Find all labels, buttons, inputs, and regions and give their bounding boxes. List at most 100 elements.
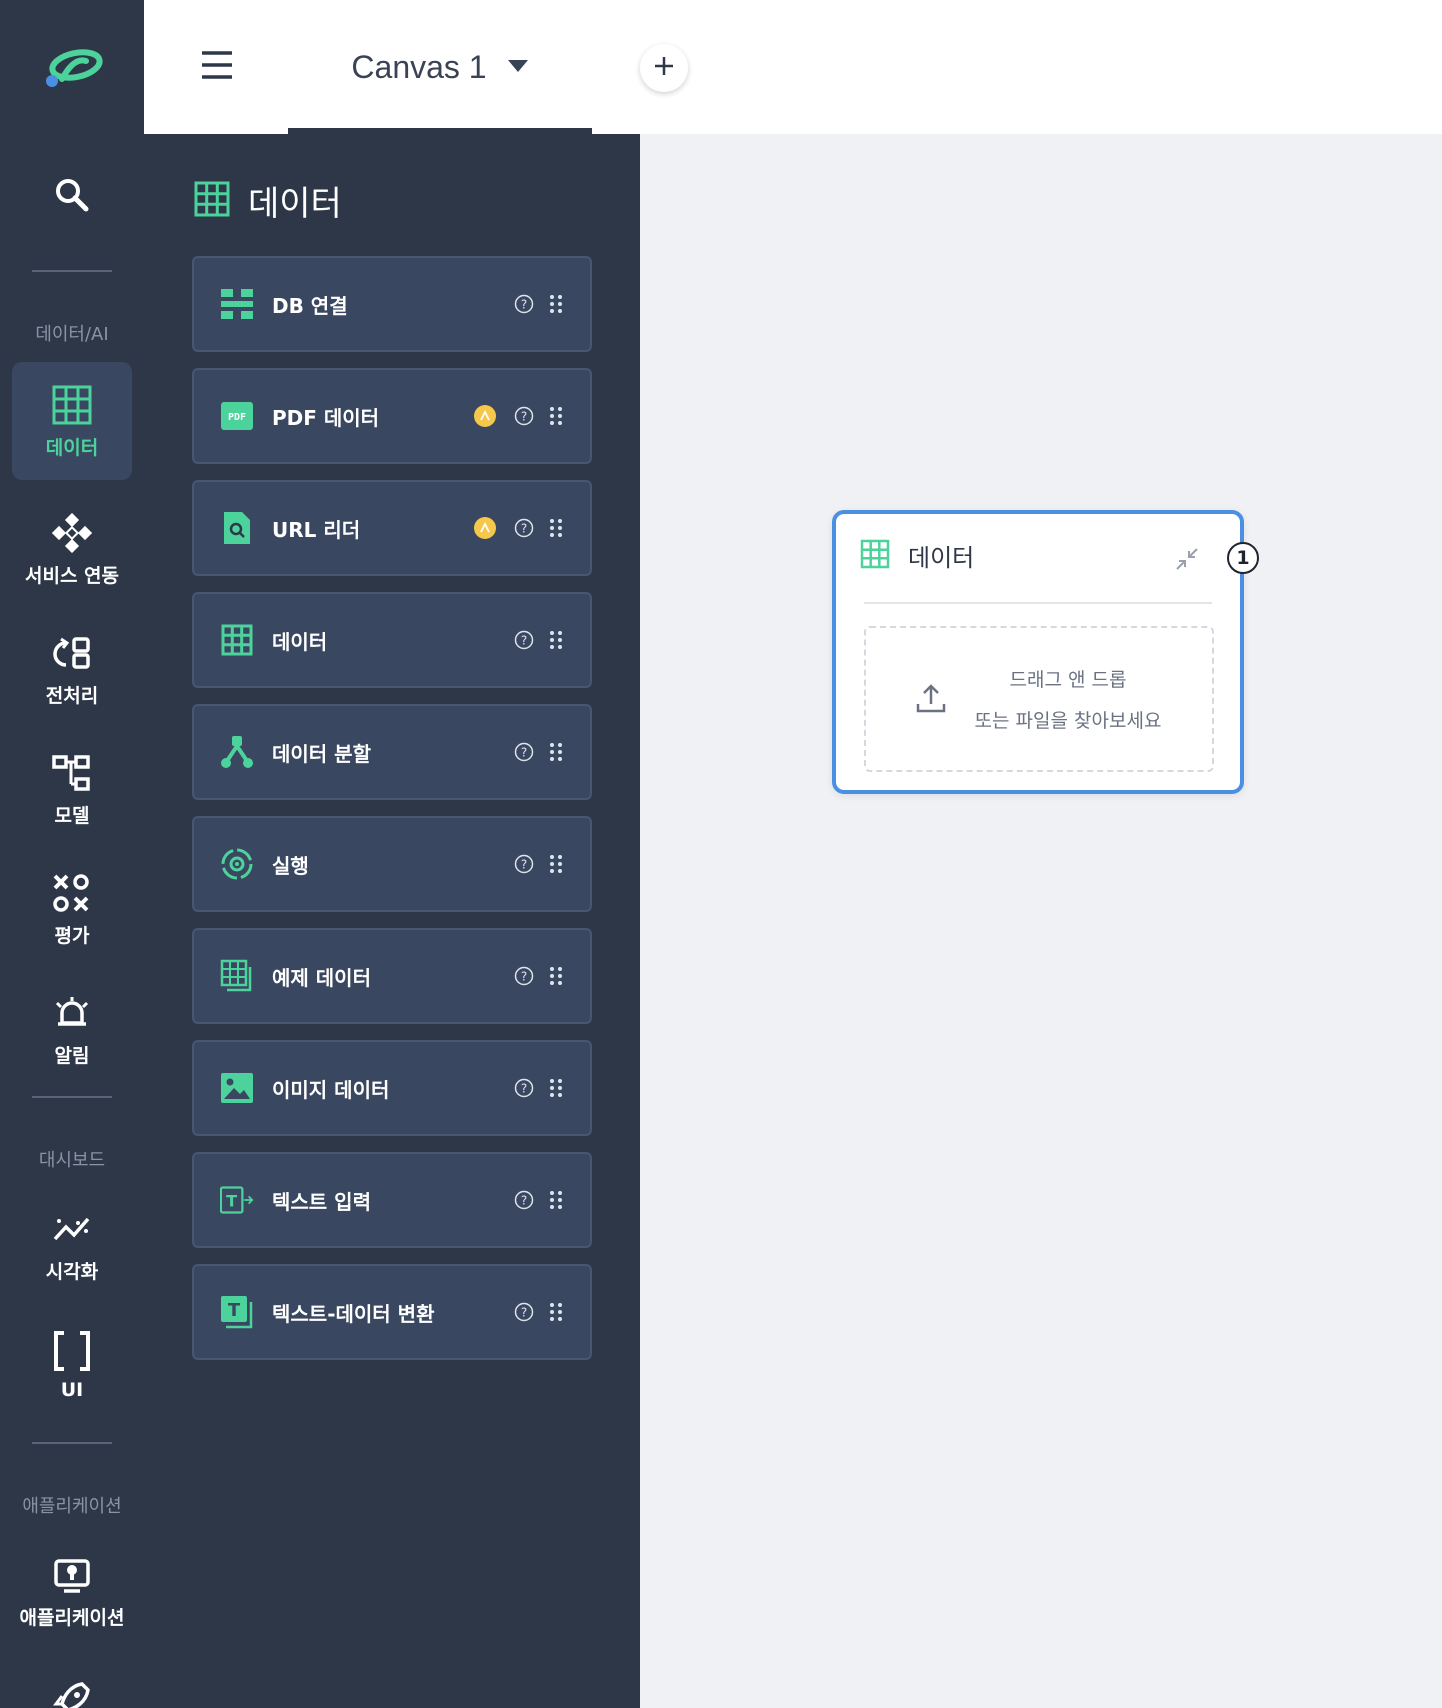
node-card-url-reader[interactable]: URL 리더 ? <box>192 480 592 576</box>
svg-text:?: ? <box>521 1306 527 1320</box>
svg-text:?: ? <box>521 858 527 872</box>
help-icon[interactable]: ? <box>514 742 534 762</box>
help-icon[interactable]: ? <box>514 854 534 874</box>
help-icon[interactable]: ? <box>514 1078 534 1098</box>
hamburger-icon[interactable] <box>200 48 234 82</box>
db-icon <box>220 287 254 321</box>
node-card-data[interactable]: 데이터 ? <box>192 592 592 688</box>
node-card-data-split[interactable]: 데이터 분할 ? <box>192 704 592 800</box>
grid-icon <box>50 383 94 427</box>
search-icon[interactable] <box>0 170 144 220</box>
svg-text:?: ? <box>521 970 527 984</box>
sample-data-icon <box>220 959 254 993</box>
node-divider <box>864 602 1212 604</box>
help-icon[interactable]: ? <box>514 406 534 426</box>
rail-item-visualization[interactable]: 시각화 <box>12 1186 132 1304</box>
node-card-text-input[interactable]: T 텍스트 입력 ? <box>192 1152 592 1248</box>
split-icon <box>220 735 254 769</box>
top-bar: Canvas 1 <box>144 0 1442 134</box>
drag-handle-icon[interactable] <box>548 1190 564 1210</box>
drag-handle-icon[interactable] <box>548 1078 564 1098</box>
svg-text:T: T <box>226 1191 237 1210</box>
add-tab-button[interactable] <box>640 44 688 92</box>
svg-text:T: T <box>228 1300 241 1321</box>
rail-item-label: 시각화 <box>45 1260 99 1283</box>
drag-handle-icon[interactable] <box>548 742 564 762</box>
rail-item-label: UI <box>60 1379 84 1401</box>
node-label: 텍스트 입력 <box>272 1189 371 1214</box>
node-header: 데이터 <box>860 538 974 573</box>
tab-canvas-1[interactable]: Canvas 1 <box>288 0 592 134</box>
drop-line-2: 또는 파일을 찾아보세요 <box>974 710 1162 732</box>
node-card-image-data[interactable]: 이미지 데이터 ? <box>192 1040 592 1136</box>
node-card-run[interactable]: 실행 ? <box>192 816 592 912</box>
drag-handle-icon[interactable] <box>548 1302 564 1322</box>
panel-title: 데이터 <box>248 184 342 224</box>
help-icon[interactable]: ? <box>514 966 534 986</box>
file-dropzone[interactable]: 드래그 앤 드롭 또는 파일을 찾아보세요 <box>864 626 1214 772</box>
node-card-text-convert[interactable]: T 텍스트-데이터 변환 ? <box>192 1264 592 1360</box>
help-icon[interactable]: ? <box>514 294 534 314</box>
drag-handle-icon[interactable] <box>548 966 564 986</box>
svg-text:?: ? <box>521 1082 527 1096</box>
node-title: 데이터 <box>908 544 975 572</box>
grid-icon <box>194 181 230 221</box>
node-output-badge[interactable]: 1 <box>1227 542 1259 574</box>
node-card-db[interactable]: DB 연결 ? <box>192 256 592 352</box>
node-card-pdf[interactable]: PDF PDF 데이터 ? <box>192 368 592 464</box>
rail-item-label: 평가 <box>54 924 90 947</box>
rail-item-preprocess[interactable]: 전처리 <box>12 610 132 728</box>
rail-item-model[interactable]: 모델 <box>12 730 132 848</box>
tab-label: Canvas 1 <box>351 48 487 85</box>
drag-handle-icon[interactable] <box>548 854 564 874</box>
help-icon[interactable]: ? <box>514 518 534 538</box>
rail-item-label: 애플리케이션 <box>19 1606 125 1629</box>
rail-item-data[interactable]: 데이터 <box>12 362 132 480</box>
logo-icon[interactable] <box>0 0 144 134</box>
text-convert-icon: T <box>220 1295 254 1329</box>
svg-text:?: ? <box>521 410 527 424</box>
rail-item-label: 모델 <box>54 804 90 827</box>
app-icon <box>50 1553 94 1597</box>
node-card-sample-data[interactable]: 예제 데이터 ? <box>192 928 592 1024</box>
node-label: 예제 데이터 <box>272 965 371 990</box>
service-icon <box>50 511 94 555</box>
svg-text:?: ? <box>521 522 527 536</box>
grid-icon <box>220 623 254 657</box>
canvas-data-node[interactable]: 데이터 드래그 앤 드롭 또는 파일을 찾아보세요 <box>832 510 1244 794</box>
rail-item-alert[interactable]: 알림 <box>12 970 132 1088</box>
model-icon <box>50 751 94 795</box>
node-label: 데이터 <box>272 629 328 654</box>
premium-coin-icon <box>474 405 496 427</box>
node-label: URL 리더 <box>272 517 361 542</box>
help-icon[interactable]: ? <box>514 630 534 650</box>
node-panel: 데이터 DB 연결 ? PDF PDF 데이터 ? URL 리더 ? 데이터 ?… <box>144 134 640 1708</box>
rail-item-rocket[interactable] <box>12 1660 132 1708</box>
help-icon[interactable]: ? <box>514 1190 534 1210</box>
svg-text:?: ? <box>521 298 527 312</box>
rail-item-evaluation[interactable]: 평가 <box>12 850 132 968</box>
brackets-icon <box>50 1329 94 1373</box>
rail-item-ui[interactable]: UI <box>12 1306 132 1424</box>
rail-item-service[interactable]: 서비스 연동 <box>12 490 132 608</box>
svg-text:?: ? <box>521 634 527 648</box>
section-label-dashboard: 대시보드 <box>38 1150 106 1171</box>
preprocess-icon <box>50 631 94 675</box>
svg-text:?: ? <box>521 1194 527 1208</box>
drop-line-1: 드래그 앤 드롭 <box>1009 669 1127 691</box>
caret-down-icon[interactable] <box>507 58 529 77</box>
plus-icon <box>653 55 675 81</box>
section-label-data-ai: 데이터/AI <box>35 324 109 345</box>
drag-handle-icon[interactable] <box>548 294 564 314</box>
drag-handle-icon[interactable] <box>548 518 564 538</box>
rail-divider <box>32 270 112 272</box>
node-label: 이미지 데이터 <box>272 1077 390 1102</box>
text-input-icon: T <box>220 1183 254 1217</box>
collapse-icon[interactable] <box>1174 546 1200 572</box>
help-icon[interactable]: ? <box>514 1302 534 1322</box>
rail-item-application[interactable]: 애플리케이션 <box>12 1532 132 1650</box>
drag-handle-icon[interactable] <box>548 406 564 426</box>
dropzone-text: 드래그 앤 드롭 또는 파일을 찾아보세요 <box>962 665 1212 733</box>
drag-handle-icon[interactable] <box>548 630 564 650</box>
rail-item-label: 알림 <box>54 1044 90 1067</box>
